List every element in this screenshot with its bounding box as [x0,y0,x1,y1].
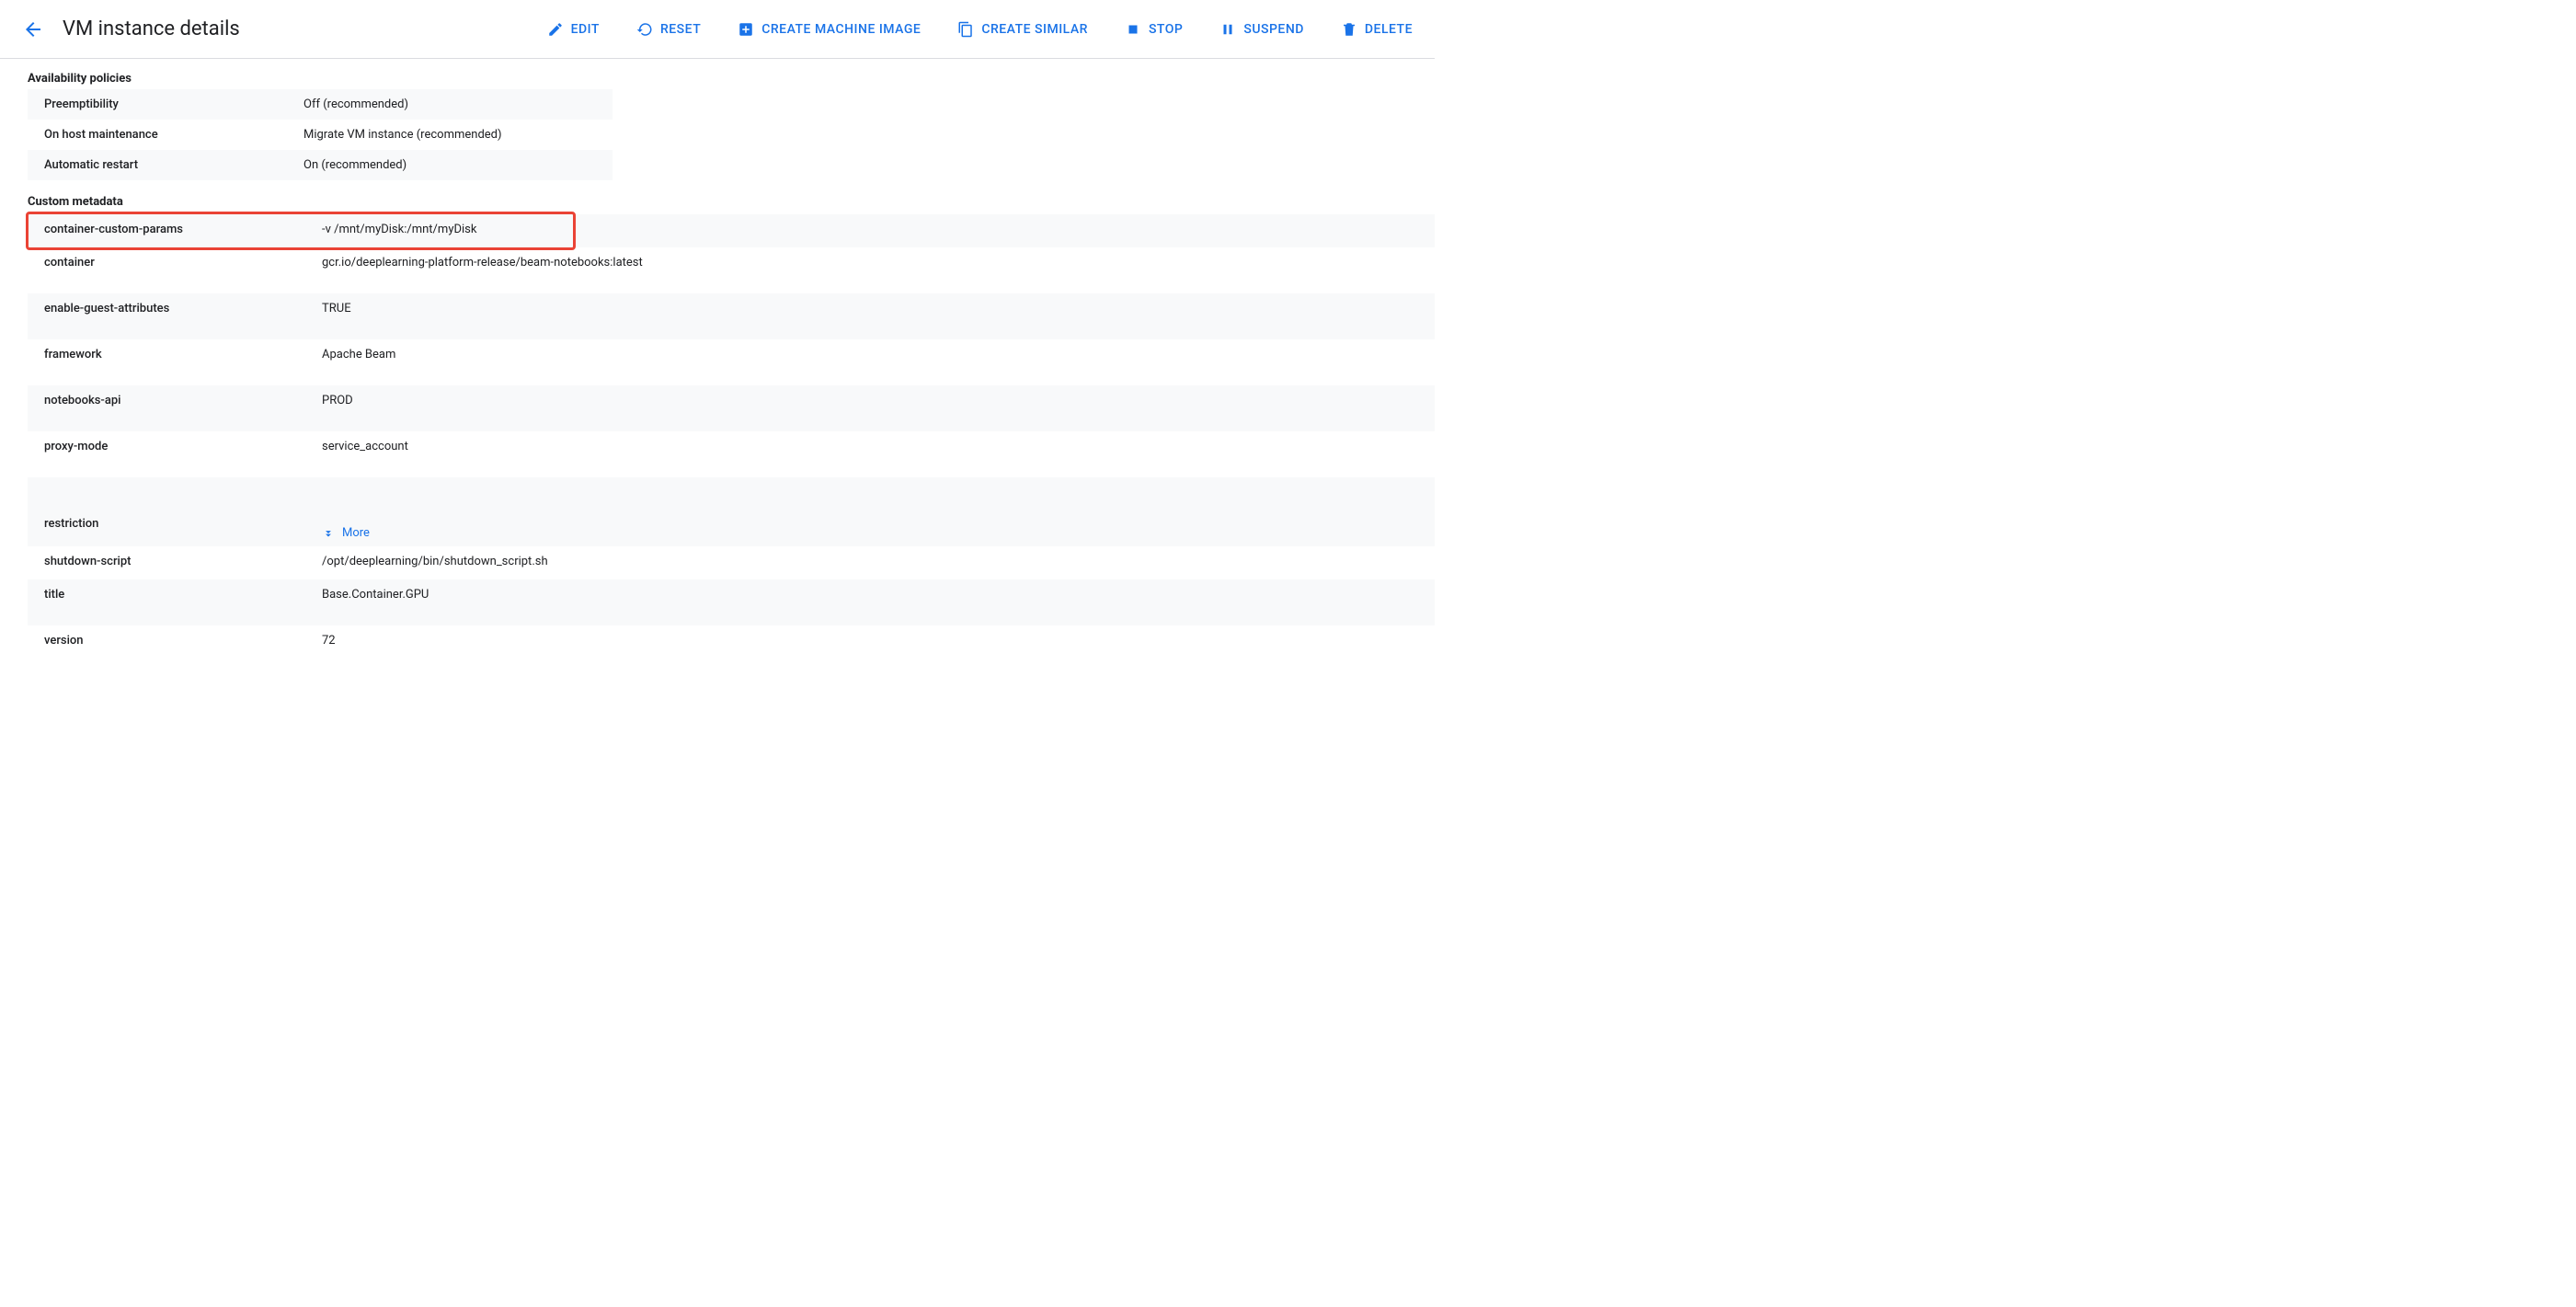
metadata-value: Base.Container.GPU [322,588,1435,602]
metadata-row-framework: framework Apache Beam [28,339,1435,385]
metadata-row-container-custom-params: container-custom-params -v /mnt/myDisk:/… [28,214,1435,247]
suspend-button[interactable]: SUSPEND [1219,21,1304,38]
metadata-row-title: title Base.Container.GPU [28,579,1435,625]
create-machine-image-label: CREATE MACHINE IMAGE [761,22,921,37]
delete-label: DELETE [1365,22,1413,37]
policy-key: Automatic restart [28,158,303,172]
reset-icon [636,21,653,38]
metadata-row-notebooks-api: notebooks-api PROD [28,385,1435,431]
create-similar-button[interactable]: CREATE SIMILAR [957,21,1088,38]
create-machine-image-button[interactable]: CREATE MACHINE IMAGE [738,21,921,38]
policy-value: Off (recommended) [303,97,613,111]
back-button[interactable] [22,18,44,40]
more-label: More [342,526,370,540]
metadata-key: restriction [28,486,322,540]
metadata-value: /opt/deeplearning/bin/shutdown_script.sh [322,555,1435,568]
metadata-value: gcr.io/deeplearning-platform-release/bea… [322,256,1435,269]
metadata-key: container [28,256,322,269]
delete-button[interactable]: DELETE [1341,21,1413,38]
metadata-row-version: version 72 [28,625,1435,659]
metadata-row-restriction: restriction More [28,477,1435,546]
metadata-key: title [28,588,322,602]
trash-icon [1341,21,1357,38]
pencil-icon [547,21,564,38]
metadata-key: container-custom-params [28,223,322,236]
stop-button[interactable]: STOP [1125,21,1183,38]
policy-row-on-host-maintenance: On host maintenance Migrate VM instance … [28,120,613,150]
content: Availability policies Preemptibility Off… [0,59,1435,659]
metadata-value: -v /mnt/myDisk:/mnt/myDisk [322,223,1435,236]
metadata-value: TRUE [322,302,1435,315]
copy-icon [957,21,974,38]
page-title: VM instance details [63,17,240,40]
expand-icon [322,527,335,540]
create-similar-label: CREATE SIMILAR [981,22,1088,37]
metadata-key: shutdown-script [28,555,322,568]
pause-icon [1219,21,1236,38]
stop-label: STOP [1149,22,1183,37]
plus-box-icon [738,21,754,38]
policy-key: Preemptibility [28,97,303,111]
page-header: VM instance details EDIT RESET CREATE MA… [0,0,1435,59]
policy-value: Migrate VM instance (recommended) [303,128,613,142]
metadata-key: enable-guest-attributes [28,302,322,315]
action-bar: EDIT RESET CREATE MACHINE IMAGE CREATE S… [547,21,1413,38]
metadata-key: proxy-mode [28,440,322,453]
metadata-value: 72 [322,634,1435,648]
metadata-key: framework [28,348,322,361]
custom-metadata-heading: Custom metadata [28,195,1435,209]
edit-label: EDIT [571,22,600,37]
edit-button[interactable]: EDIT [547,21,600,38]
metadata-key: notebooks-api [28,394,322,407]
metadata-row-proxy-mode: proxy-mode service_account [28,431,1435,477]
policy-row-automatic-restart: Automatic restart On (recommended) [28,150,613,180]
availability-policies-table: Preemptibility Off (recommended) On host… [28,89,613,180]
metadata-row-shutdown-script: shutdown-script /opt/deeplearning/bin/sh… [28,546,1435,579]
metadata-value: PROD [322,394,1435,407]
metadata-row-enable-guest-attributes: enable-guest-attributes TRUE [28,293,1435,339]
metadata-row-container: container gcr.io/deeplearning-platform-r… [28,247,1435,293]
reset-label: RESET [660,22,701,37]
metadata-key: version [28,634,322,648]
reset-button[interactable]: RESET [636,21,701,38]
policy-key: On host maintenance [28,128,303,142]
policy-value: On (recommended) [303,158,613,172]
availability-policies-heading: Availability policies [28,72,1435,86]
metadata-value: Apache Beam [322,348,1435,361]
stop-icon [1125,21,1141,38]
metadata-value: service_account [322,440,1435,453]
suspend-label: SUSPEND [1243,22,1304,37]
arrow-left-icon [22,18,44,40]
custom-metadata-table: container-custom-params -v /mnt/myDisk:/… [28,214,1435,659]
policy-row-preemptibility: Preemptibility Off (recommended) [28,89,613,120]
more-link[interactable]: More [322,526,1435,540]
